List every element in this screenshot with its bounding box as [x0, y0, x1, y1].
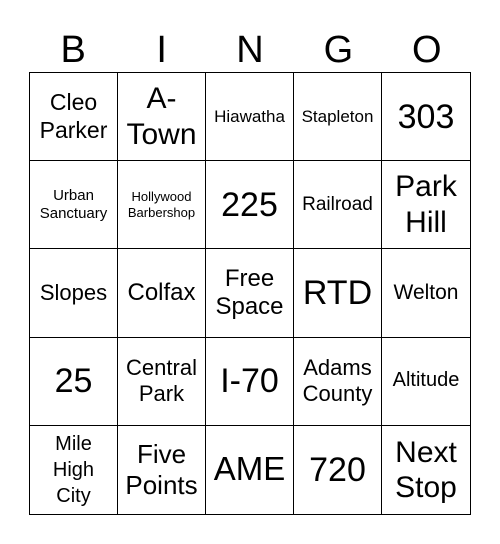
- bingo-cell: A-Town: [118, 73, 206, 162]
- free-space-cell: Free Space: [206, 249, 294, 338]
- bingo-cell: Mile High City: [30, 425, 118, 514]
- bingo-grid: Cleo Parker A-Town Hiawatha Stapleton 30…: [29, 72, 471, 515]
- bingo-cell: AME: [206, 425, 294, 514]
- bingo-cell: 303: [382, 73, 470, 162]
- bingo-cell: Hiawatha: [206, 73, 294, 162]
- header-letter-i: I: [156, 29, 167, 71]
- bingo-cell: Next Stop: [395, 435, 457, 504]
- bingo-cell: I-70: [206, 337, 294, 426]
- bingo-cell: Park Hill: [382, 161, 470, 250]
- header-letter-n: N: [236, 29, 264, 71]
- header-letter-b: B: [60, 29, 86, 71]
- bingo-cell: 720: [294, 425, 382, 514]
- bingo-cell: Adams County: [294, 337, 382, 426]
- bingo-cell: Altitude: [382, 338, 470, 426]
- header-letter-g: G: [323, 29, 354, 71]
- bingo-header: B I N G O: [29, 28, 471, 72]
- bingo-cell: Railroad: [294, 161, 382, 250]
- bingo-cell: Five Points: [118, 425, 206, 514]
- bingo-cell: 25: [30, 337, 118, 426]
- bingo-cell: RTD: [294, 249, 382, 338]
- bingo-cell: Cleo Parker: [30, 73, 118, 162]
- bingo-cell: Central Park: [118, 337, 206, 426]
- bingo-cell: Slopes: [30, 249, 118, 338]
- bingo-cell: Urban Sanctuary: [30, 161, 118, 250]
- bingo-cell: Welton: [382, 249, 470, 338]
- bingo-cell: Stapleton: [294, 73, 382, 162]
- bingo-cell: 225: [206, 161, 294, 250]
- bingo-cell: Colfax: [118, 249, 206, 338]
- bingo-cell: Hollywood Barbershop: [118, 161, 206, 250]
- header-letter-o: O: [412, 29, 442, 71]
